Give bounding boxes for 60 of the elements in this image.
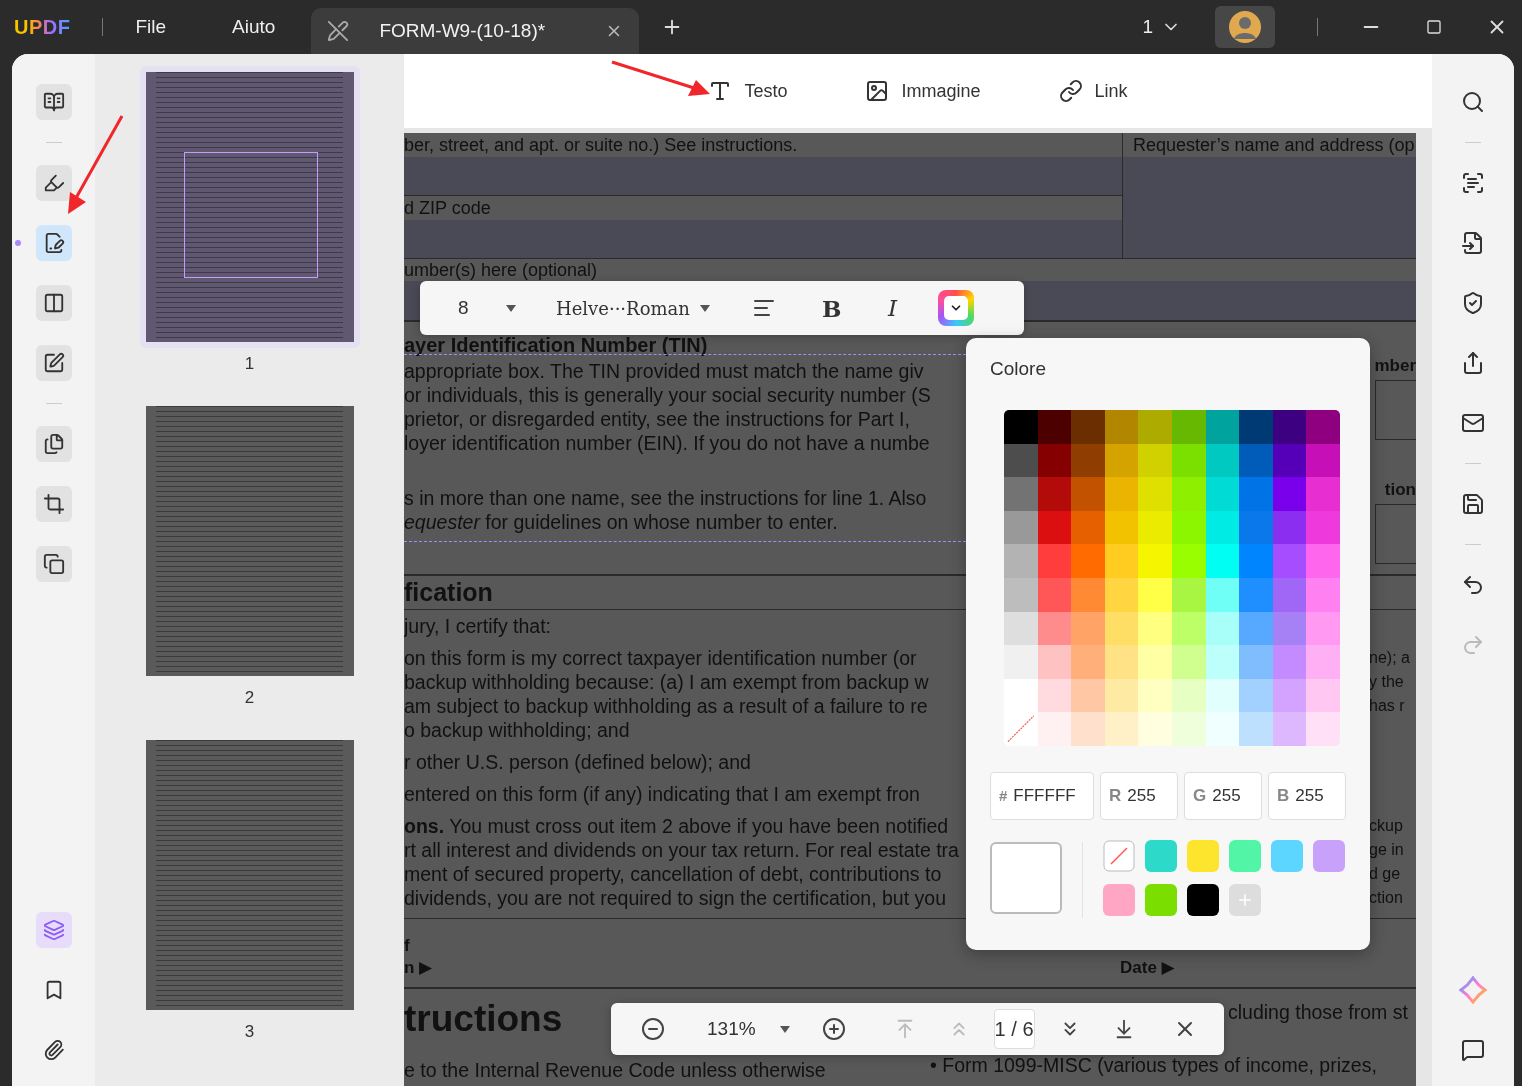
section-label: mber xyxy=(1374,356,1416,376)
field-label: ber, street, and apt. or suite no.) See instructions. xyxy=(404,134,798,157)
paragraph-line: ons. You must cross out item 2 above if you have been notified xyxy=(404,814,950,838)
paragraph-line: d ge xyxy=(1369,864,1402,884)
hex-field[interactable]: # FFFFFF xyxy=(990,771,1094,820)
section-heading: fication xyxy=(404,578,493,606)
page-field[interactable]: 1 / 6 xyxy=(993,1009,1035,1049)
document-tab[interactable]: FORM-W9-(10-18)* xyxy=(311,8,640,54)
paragraph-line: jury, I certify that: xyxy=(404,614,552,638)
paragraph-line: dividends, you are not required to sign the certification, but you xyxy=(404,886,947,910)
font-size-value[interactable]: 8 xyxy=(458,297,506,319)
bold-button[interactable]: B xyxy=(822,294,888,322)
toolbar-button[interactable]: Testo xyxy=(704,75,792,107)
field-label: Requester’s name and address (op xyxy=(1123,133,1416,157)
paragraph-line: s in more than one name, see the instructions for line 1. Also xyxy=(404,486,928,510)
paragraph-line: ckup xyxy=(1369,816,1404,836)
page-number: 1 xyxy=(244,354,255,374)
field-label: d ZIP code xyxy=(404,197,491,220)
section-heading: tructions xyxy=(404,997,563,1041)
zoom-value[interactable]: 131% xyxy=(707,1018,756,1040)
paragraph-line: e to the Internal Revenue Code unless otherwise xyxy=(404,1059,826,1081)
paragraph-line: o backup withholding; and xyxy=(404,718,631,742)
paragraph-line: equester for guidelines on whose number to enter. xyxy=(404,510,839,534)
paragraph-line: y the xyxy=(1369,672,1405,692)
paragraph-line: cluding those from st xyxy=(1228,1001,1408,1024)
paragraph-line: prietor, or disregarded entity, see the instructions for Part I, xyxy=(404,407,911,431)
paragraph-line: appropriate box. The TIN provided must match the name giv xyxy=(404,359,925,383)
page-number: 3 xyxy=(244,1022,255,1042)
channel-field[interactable]: B 255 xyxy=(1268,771,1346,820)
window-count[interactable]: 1 xyxy=(1142,16,1153,38)
section-heading: ayer Identification Number (TIN) xyxy=(404,336,708,354)
paragraph-line: on this form is my correct taxpayer identification number (or xyxy=(404,646,918,670)
section-label: tion xyxy=(1384,480,1416,500)
toolbar-button[interactable]: Link xyxy=(1054,75,1132,107)
paragraph-line: backup withholding because: (a) I am exempt from backup w xyxy=(404,670,930,694)
signature-label: f xyxy=(404,935,411,957)
font-name-value[interactable]: Helve···Roman xyxy=(556,297,700,319)
paragraph-line: r other U.S. person (defined below); and xyxy=(404,750,752,774)
paragraph-line: • Form 1099-MISC (various types of income, prizes, xyxy=(930,1054,1377,1077)
signature-label: n ▶ xyxy=(404,957,434,979)
paragraph-line: entered on this form (if any) indicating that I am exempt fron xyxy=(404,782,921,806)
channel-field[interactable]: R 255 xyxy=(1100,771,1178,820)
date-label: Date ▶ xyxy=(1120,957,1175,979)
paragraph-line: or individuals, this is generally your social security number (S xyxy=(404,383,932,407)
field-label: umber(s) here (optional) xyxy=(404,259,598,281)
page-number: 2 xyxy=(244,688,255,708)
paragraph-line: has r xyxy=(1369,696,1406,716)
paragraph-line: loyer identification number (EIN). If you do not have a numbe xyxy=(404,431,931,455)
paragraph-line: ment of secured property, cancellation of debt, contributions to xyxy=(404,862,943,886)
italic-button[interactable]: I xyxy=(888,295,938,321)
paragraph-line: am subject to backup withholding as a result of a failure to re xyxy=(404,694,929,718)
menu-item[interactable]: Aiuto xyxy=(232,16,276,38)
toolbar-button[interactable]: Immagine xyxy=(861,75,985,107)
picker-title: Colore xyxy=(990,358,1047,380)
paragraph-line: ction xyxy=(1369,888,1404,908)
paragraph-line: ge in xyxy=(1369,840,1405,860)
menu-item[interactable]: File xyxy=(135,16,167,38)
paragraph-line: ne); a xyxy=(1369,648,1411,668)
channel-field[interactable]: G 255 xyxy=(1184,771,1262,820)
paragraph-line: rt all interest and dividends on your tax return. For real estate tra xyxy=(404,838,960,862)
